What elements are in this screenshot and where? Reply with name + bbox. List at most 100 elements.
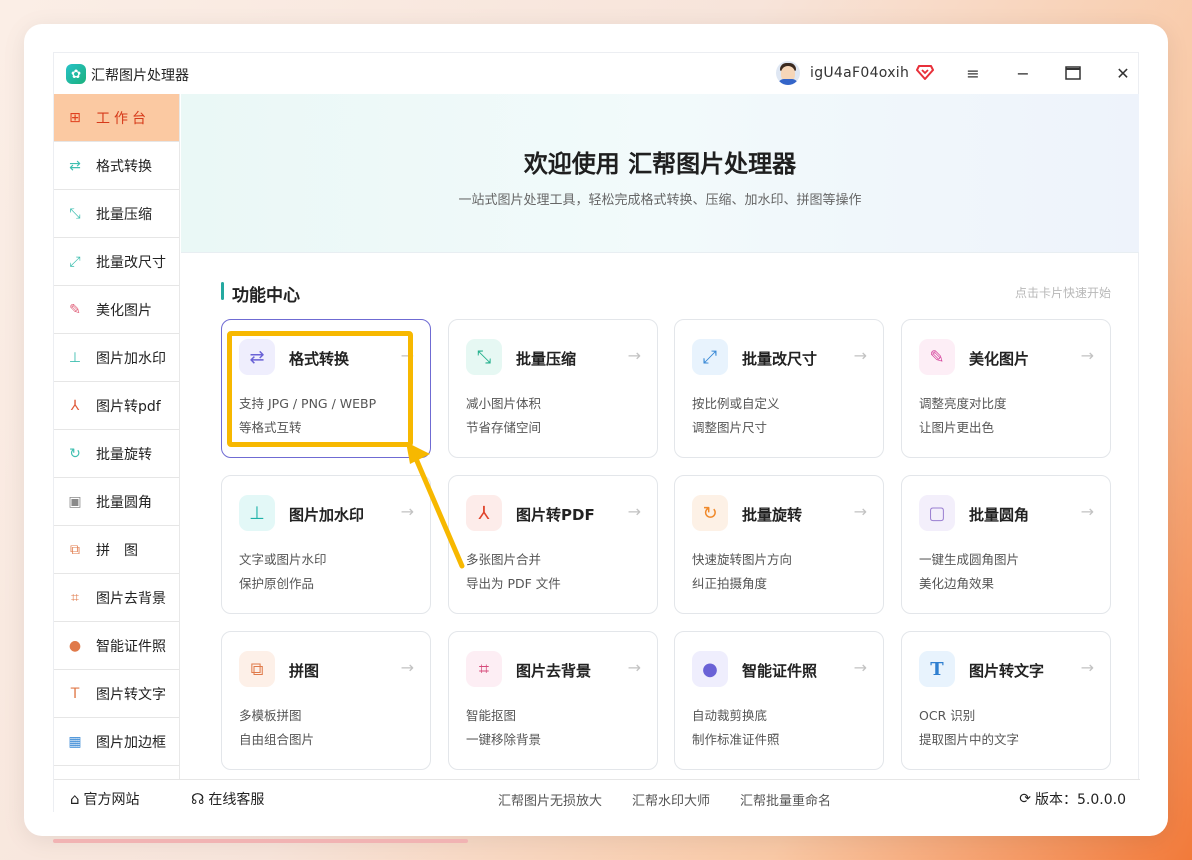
sidebar-item-10[interactable]: ⌗ 图片去背景 bbox=[54, 574, 179, 622]
sidebar-item-12[interactable]: T 图片转文字 bbox=[54, 670, 179, 718]
feature-card[interactable]: ● 智能证件照 → 自动裁剪换底 制作标准证件照 bbox=[674, 631, 884, 770]
person-icon: ● bbox=[692, 651, 728, 687]
minimize-icon[interactable]: − bbox=[1009, 61, 1037, 85]
home-icon: ⌂ bbox=[70, 790, 80, 808]
footer-link-watermark[interactable]: 汇帮水印大师 bbox=[632, 790, 710, 809]
card-desc-line2: 美化边角效果 bbox=[919, 576, 995, 591]
card-desc-line2: 一键移除背景 bbox=[466, 732, 542, 747]
beautify-icon: ✎ bbox=[919, 339, 955, 375]
titlebar: ✿ 汇帮图片处理器 igU4aF04oxih ≡ − ✕ bbox=[54, 53, 1140, 94]
sidebar-item-label: 工作台 bbox=[96, 110, 150, 127]
sidebar-item-label: 格式转换 bbox=[96, 158, 152, 175]
vip-diamond-icon[interactable] bbox=[916, 63, 934, 81]
card-title: 批量压缩 bbox=[516, 350, 577, 368]
sidebar-item-11[interactable]: ● 智能证件照 bbox=[54, 622, 179, 670]
sidebar-item-3[interactable]: ⤢ 批量改尺寸 bbox=[54, 238, 179, 286]
sidebar-item-label: 图片加水印 bbox=[96, 350, 166, 367]
sidebar-item-label: 图片去背景 bbox=[96, 590, 166, 607]
version-label: 版本：5.0.0.0 bbox=[1035, 792, 1126, 808]
sidebar-item-label: 图片转文字 bbox=[96, 686, 166, 703]
feature-card[interactable]: ⤢ 批量改尺寸 → 按比例或自定义 调整图片尺寸 bbox=[674, 319, 884, 458]
format-convert-icon: ⇄ bbox=[69, 157, 81, 174]
card-desc-line1: 减小图片体积 bbox=[466, 396, 542, 411]
sidebar: ⊞ 工作台 ⇄ 格式转换 ⤡ 批量压缩 ⤢ 批量改尺寸 ✎ 美化图片 ⊥ 图片加水印 ⅄ 图片转pdf ↻ 批… bbox=[54, 94, 180, 779]
feature-card[interactable]: ⇄ 格式转换 → 支持 JPG / PNG / WEBP 等格式互转 bbox=[221, 319, 431, 458]
feature-card[interactable]: ⅄ 图片转PDF → 多张图片合并 导出为 PDF 文件 bbox=[448, 475, 658, 614]
card-desc-line2: 自由组合图片 bbox=[239, 732, 315, 747]
card-desc-line2: 提取图片中的文字 bbox=[919, 732, 1020, 747]
sidebar-item-13[interactable]: ▦ 图片加边框 bbox=[54, 718, 179, 766]
feature-card[interactable]: ⤡ 批量压缩 → 减小图片体积 节省存储空间 bbox=[448, 319, 658, 458]
beautify-icon: ✎ bbox=[69, 301, 81, 318]
headset-icon: ☊ bbox=[191, 790, 205, 808]
card-desc-line1: 支持 JPG / PNG / WEBP bbox=[239, 396, 377, 411]
sidebar-item-9[interactable]: ⧉ 拼 图 bbox=[54, 526, 179, 574]
pdf-icon: ⅄ bbox=[466, 495, 502, 531]
footer-link-rename[interactable]: 汇帮批量重命名 bbox=[740, 790, 831, 809]
feature-card[interactable]: T 图片转文字 → OCR 识别 提取图片中的文字 bbox=[901, 631, 1111, 770]
footer-link-upscale[interactable]: 汇帮图片无损放大 bbox=[498, 790, 602, 809]
sidebar-item-label: 美化图片 bbox=[96, 302, 152, 319]
text-icon: T bbox=[70, 685, 80, 702]
username[interactable]: igU4aF04oxih bbox=[810, 65, 909, 81]
sidebar-item-7[interactable]: ↻ 批量旋转 bbox=[54, 430, 179, 478]
card-desc-line1: 快速旋转图片方向 bbox=[692, 552, 793, 567]
maximize-icon[interactable] bbox=[1059, 61, 1087, 85]
card-title: 格式转换 bbox=[289, 350, 350, 368]
sidebar-item-2[interactable]: ⤡ 批量压缩 bbox=[54, 190, 179, 238]
feature-card[interactable]: ▢ 批量圆角 → 一键生成圆角图片 美化边角效果 bbox=[901, 475, 1111, 614]
menu-icon[interactable]: ≡ bbox=[959, 61, 987, 85]
card-desc-line1: 多张图片合并 bbox=[466, 552, 542, 567]
online-service-link[interactable]: ☊ 在线客服 bbox=[191, 789, 264, 809]
person-icon: ● bbox=[68, 637, 82, 654]
arrow-right-icon: → bbox=[400, 346, 414, 365]
sidebar-item-8[interactable]: ▣ 批量圆角 bbox=[54, 478, 179, 526]
rotate-icon: ↻ bbox=[692, 495, 728, 531]
card-desc-line2: 导出为 PDF 文件 bbox=[466, 576, 561, 591]
card-title: 拼图 bbox=[289, 662, 320, 680]
feature-card[interactable]: ⧉ 拼图 → 多模板拼图 自由组合图片 bbox=[221, 631, 431, 770]
official-site-link[interactable]: ⌂ 官方网站 bbox=[70, 789, 140, 809]
resize-icon: ⤢ bbox=[69, 253, 81, 270]
arrow-right-icon: → bbox=[627, 346, 641, 365]
crop-icon: ⌗ bbox=[466, 651, 502, 687]
card-desc-line1: 一键生成圆角图片 bbox=[919, 552, 1020, 567]
card-desc-line2: 纠正拍摄角度 bbox=[692, 576, 768, 591]
round-corner-icon: ▣ bbox=[68, 493, 82, 510]
card-title: 图片转文字 bbox=[969, 662, 1045, 680]
sidebar-item-label: 拼 图 bbox=[96, 542, 138, 559]
feature-card[interactable]: ↻ 批量旋转 → 快速旋转图片方向 纠正拍摄角度 bbox=[674, 475, 884, 614]
card-desc-line2: 保护原创作品 bbox=[239, 576, 315, 591]
compress-icon: ⤡ bbox=[466, 339, 502, 375]
watermark-icon: ⊥ bbox=[239, 495, 275, 531]
puzzle-icon: ⧉ bbox=[70, 541, 80, 558]
sidebar-item-6[interactable]: ⅄ 图片转pdf bbox=[54, 382, 179, 430]
sidebar-item-5[interactable]: ⊥ 图片加水印 bbox=[54, 334, 179, 382]
sidebar-item-label: 批量圆角 bbox=[96, 494, 152, 511]
card-title: 批量旋转 bbox=[742, 506, 803, 524]
arrow-right-icon: → bbox=[1080, 346, 1094, 365]
card-desc-line2: 制作标准证件照 bbox=[692, 732, 780, 747]
sidebar-item-label: 图片加边框 bbox=[96, 734, 166, 751]
card-desc-line2: 等格式互转 bbox=[239, 420, 302, 435]
puzzle-icon: ⧉ bbox=[239, 651, 275, 687]
card-title: 美化图片 bbox=[969, 350, 1030, 368]
feature-card[interactable]: ✎ 美化图片 → 调整亮度对比度 让图片更出色 bbox=[901, 319, 1111, 458]
sidebar-item-0[interactable]: ⊞ 工作台 bbox=[54, 94, 179, 142]
card-desc-line1: OCR 识别 bbox=[919, 708, 976, 723]
rotate-icon: ↻ bbox=[69, 445, 81, 462]
round-corner-icon: ▢ bbox=[919, 495, 955, 531]
close-icon[interactable]: ✕ bbox=[1109, 61, 1137, 85]
sidebar-item-4[interactable]: ✎ 美化图片 bbox=[54, 286, 179, 334]
hero-subtitle: 一站式图片处理工具，轻松完成格式转换、压缩、加水印、拼图等操作 bbox=[458, 193, 862, 208]
hero-title: 欢迎使用 汇帮图片处理器 bbox=[523, 150, 797, 178]
feature-card[interactable]: ⊥ 图片加水印 → 文字或图片水印 保护原创作品 bbox=[221, 475, 431, 614]
sidebar-item-label: 批量旋转 bbox=[96, 446, 152, 463]
watermark-icon: ⊥ bbox=[68, 349, 82, 366]
version-info[interactable]: ⟳ 版本：5.0.0.0 bbox=[1019, 789, 1126, 809]
avatar[interactable] bbox=[776, 61, 800, 85]
arrow-right-icon: → bbox=[1080, 658, 1094, 677]
sidebar-item-1[interactable]: ⇄ 格式转换 bbox=[54, 142, 179, 190]
feature-card[interactable]: ⌗ 图片去背景 → 智能抠图 一键移除背景 bbox=[448, 631, 658, 770]
arrow-right-icon: → bbox=[853, 346, 867, 365]
